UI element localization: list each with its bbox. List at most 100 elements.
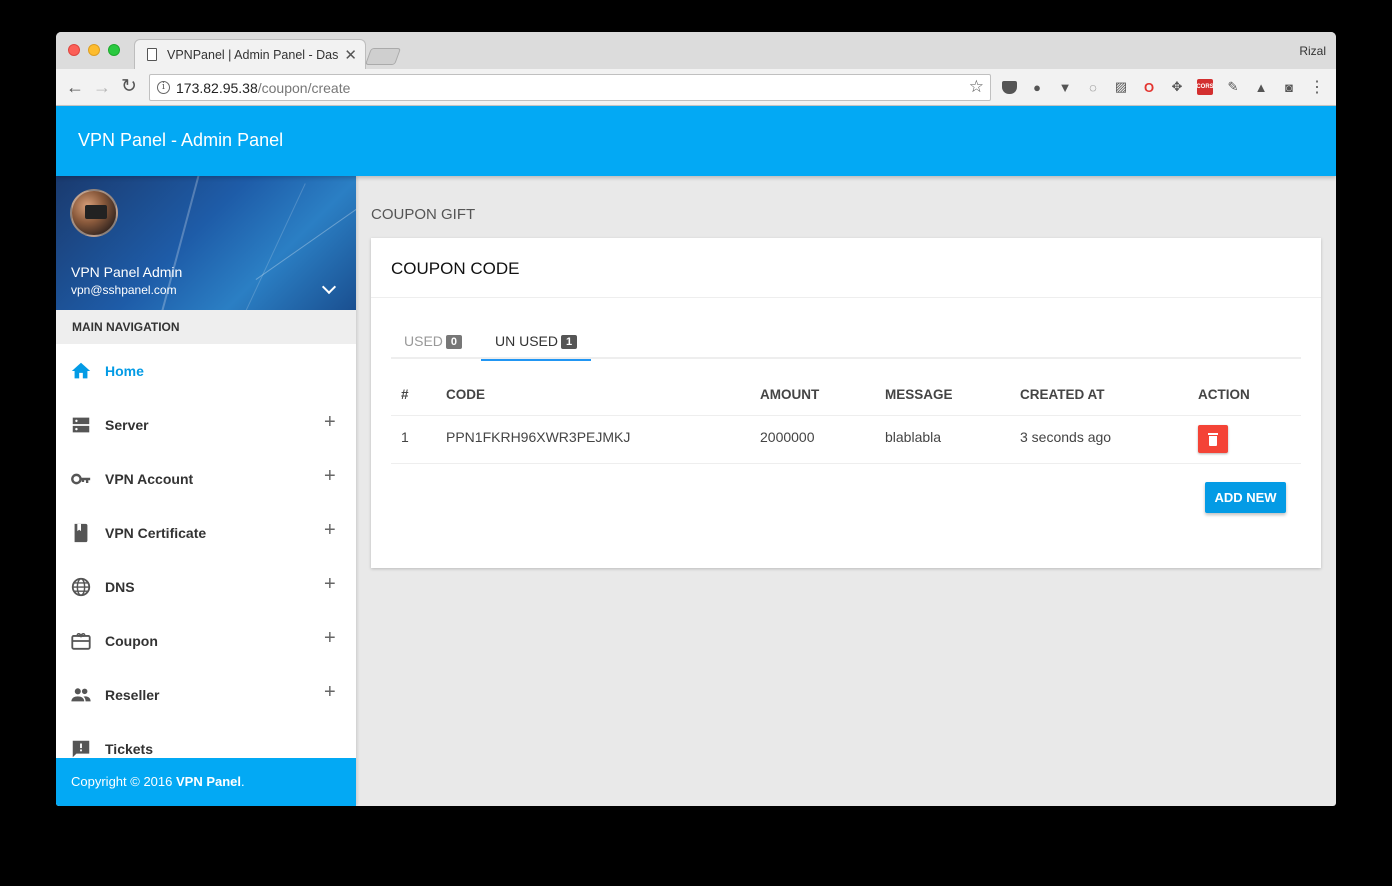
add-new-button[interactable]: ADD NEW bbox=[1205, 482, 1286, 513]
sidebar-item-coupon[interactable]: Coupon + bbox=[56, 614, 356, 668]
home-icon bbox=[71, 362, 91, 379]
user-info-panel: VPN Panel Admin vpn@sshpanel.com bbox=[56, 176, 356, 310]
cors-icon[interactable]: CORS bbox=[1196, 78, 1214, 96]
coupon-amount: 2000000 bbox=[760, 429, 815, 445]
column-header: AMOUNT bbox=[760, 387, 820, 402]
sidebar-item-label: Tickets bbox=[105, 741, 153, 757]
feedback-icon bbox=[72, 740, 90, 758]
document-icon bbox=[147, 48, 157, 61]
bookmark-star-icon[interactable]: ☆ bbox=[969, 77, 984, 97]
copyright-footer: Copyright © 2016 VPN Panel. bbox=[56, 758, 356, 806]
reload-icon[interactable]: ↻ bbox=[121, 77, 137, 97]
coupon-table: # CODE AMOUNT MESSAGE CREATED AT ACTION … bbox=[391, 372, 1301, 464]
coupon-code: PPN1FKRH96XWR3PEJMKJ bbox=[446, 429, 631, 445]
url-path: /coupon/create bbox=[257, 80, 351, 96]
url-host: 173.82.95.38 bbox=[176, 80, 258, 96]
expand-plus-icon[interactable]: + bbox=[324, 519, 336, 542]
sidebar-menu: Home Server + VPN Account + VPN Certific… bbox=[56, 344, 356, 776]
move-icon[interactable]: ✥ bbox=[1168, 78, 1186, 96]
extension-icons: ● ▼ ◌ ▨ O ✥ CORS ✎ ▲ ◙ ⋮ bbox=[1000, 78, 1326, 96]
browser-window: VPNPanel | Admin Panel - Dashboard ✕ Riz… bbox=[56, 32, 1336, 806]
tab-label: UN USED bbox=[495, 333, 559, 349]
column-header: CODE bbox=[446, 387, 486, 402]
row-number: 1 bbox=[401, 429, 409, 445]
globe-icon bbox=[71, 577, 91, 597]
address-bar[interactable]: i 173.82.95.38/coupon/create ☆ bbox=[149, 74, 991, 101]
s-extension-icon[interactable]: ◙ bbox=[1280, 78, 1298, 96]
vue-icon[interactable]: ▼ bbox=[1056, 78, 1074, 96]
cookie-icon[interactable]: ● bbox=[1028, 78, 1046, 96]
browser-titlebar: VPNPanel | Admin Panel - Dashboard ✕ Riz… bbox=[56, 32, 1336, 69]
back-arrow-icon[interactable]: ← bbox=[66, 77, 84, 97]
image-icon[interactable]: ▨ bbox=[1112, 78, 1130, 96]
count-badge: 1 bbox=[561, 335, 578, 349]
copyright-brand[interactable]: VPN Panel bbox=[176, 774, 241, 789]
opera-icon[interactable]: O bbox=[1140, 78, 1158, 96]
tab-used[interactable]: USED 0 bbox=[404, 326, 463, 359]
gift-card-icon bbox=[71, 633, 91, 650]
sidebar: VPN Panel Admin vpn@sshpanel.com MAIN NA… bbox=[56, 176, 356, 806]
profile-name[interactable]: Rizal bbox=[1299, 44, 1326, 58]
sidebar-item-vpn-account[interactable]: VPN Account + bbox=[56, 452, 356, 506]
url-text[interactable]: 173.82.95.38/coupon/create bbox=[176, 80, 350, 96]
sidebar-item-label: Home bbox=[105, 363, 144, 379]
chrome-menu-icon[interactable]: ⋮ bbox=[1308, 78, 1326, 96]
tab-title: VPNPanel | Admin Panel - Dashboard bbox=[167, 48, 339, 62]
table-header-row: # CODE AMOUNT MESSAGE CREATED AT ACTION bbox=[391, 372, 1301, 416]
main-content: COUPON GIFT COUPON CODE USED 0 UN USED 1 #… bbox=[356, 176, 1336, 806]
drive-icon[interactable]: ▲ bbox=[1252, 78, 1270, 96]
nav-header: MAIN NAVIGATION bbox=[56, 310, 356, 344]
pocket-icon[interactable] bbox=[1000, 78, 1018, 96]
maximize-window-button[interactable] bbox=[108, 44, 120, 56]
info-icon[interactable]: i bbox=[157, 81, 170, 94]
close-icon[interactable]: ✕ bbox=[344, 46, 357, 64]
chevron-down-icon[interactable] bbox=[321, 279, 337, 295]
browser-tab[interactable]: VPNPanel | Admin Panel - Dashboard ✕ bbox=[134, 39, 366, 69]
expand-plus-icon[interactable]: + bbox=[324, 681, 336, 704]
book-icon bbox=[74, 523, 88, 543]
avatar bbox=[70, 189, 118, 237]
key-icon bbox=[71, 473, 91, 485]
sidebar-item-label: DNS bbox=[105, 579, 135, 595]
user-name: VPN Panel Admin bbox=[71, 264, 183, 280]
copyright-text: Copyright © 2016 bbox=[71, 774, 176, 789]
user-email: vpn@sshpanel.com bbox=[71, 283, 177, 297]
close-window-button[interactable] bbox=[68, 44, 80, 56]
page-title: COUPON GIFT bbox=[371, 206, 476, 223]
group-icon bbox=[71, 688, 91, 702]
new-tab-button[interactable] bbox=[364, 48, 402, 65]
table-row: 1 PPN1FKRH96XWR3PEJMKJ 2000000 blablabla… bbox=[391, 416, 1301, 464]
app-title[interactable]: VPN Panel - Admin Panel bbox=[78, 130, 283, 151]
expand-plus-icon[interactable]: + bbox=[324, 465, 336, 488]
sidebar-item-label: Server bbox=[105, 417, 149, 433]
sidebar-item-vpn-certificate[interactable]: VPN Certificate + bbox=[56, 506, 356, 560]
server-icon bbox=[72, 417, 90, 433]
expand-plus-icon[interactable]: + bbox=[324, 627, 336, 650]
sidebar-item-label: VPN Account bbox=[105, 471, 194, 487]
sidebar-item-dns[interactable]: DNS + bbox=[56, 560, 356, 614]
card-header: COUPON CODE bbox=[371, 238, 1321, 298]
expand-plus-icon[interactable]: + bbox=[324, 411, 336, 434]
expand-plus-icon[interactable]: + bbox=[324, 573, 336, 596]
sidebar-item-reseller[interactable]: Reseller + bbox=[56, 668, 356, 722]
clock-icon[interactable]: ◌ bbox=[1084, 78, 1102, 96]
forward-arrow-icon[interactable]: → bbox=[93, 77, 111, 97]
trash-icon bbox=[1208, 433, 1218, 435]
delete-button[interactable] bbox=[1198, 425, 1228, 453]
eyedropper-icon[interactable]: ✎ bbox=[1224, 78, 1242, 96]
column-header: ACTION bbox=[1198, 387, 1250, 402]
created-at: 3 seconds ago bbox=[1020, 429, 1112, 445]
sidebar-item-home[interactable]: Home bbox=[56, 344, 356, 398]
browser-toolbar: ← → ↻ i 173.82.95.38/coupon/create ☆ ● ▼… bbox=[56, 69, 1336, 106]
coupon-message: blablabla bbox=[885, 429, 942, 445]
app-header: VPN Panel - Admin Panel bbox=[56, 106, 1336, 176]
minimize-window-button[interactable] bbox=[88, 44, 100, 56]
sidebar-item-server[interactable]: Server + bbox=[56, 398, 356, 452]
copyright-suffix: . bbox=[241, 774, 245, 789]
card-title: COUPON CODE bbox=[391, 259, 520, 278]
tab-un-used[interactable]: UN USED 1 bbox=[481, 326, 591, 361]
sidebar-item-label: Coupon bbox=[105, 633, 158, 649]
sidebar-item-label: VPN Certificate bbox=[105, 525, 207, 541]
column-header: MESSAGE bbox=[885, 387, 953, 402]
count-badge: 0 bbox=[445, 335, 463, 349]
